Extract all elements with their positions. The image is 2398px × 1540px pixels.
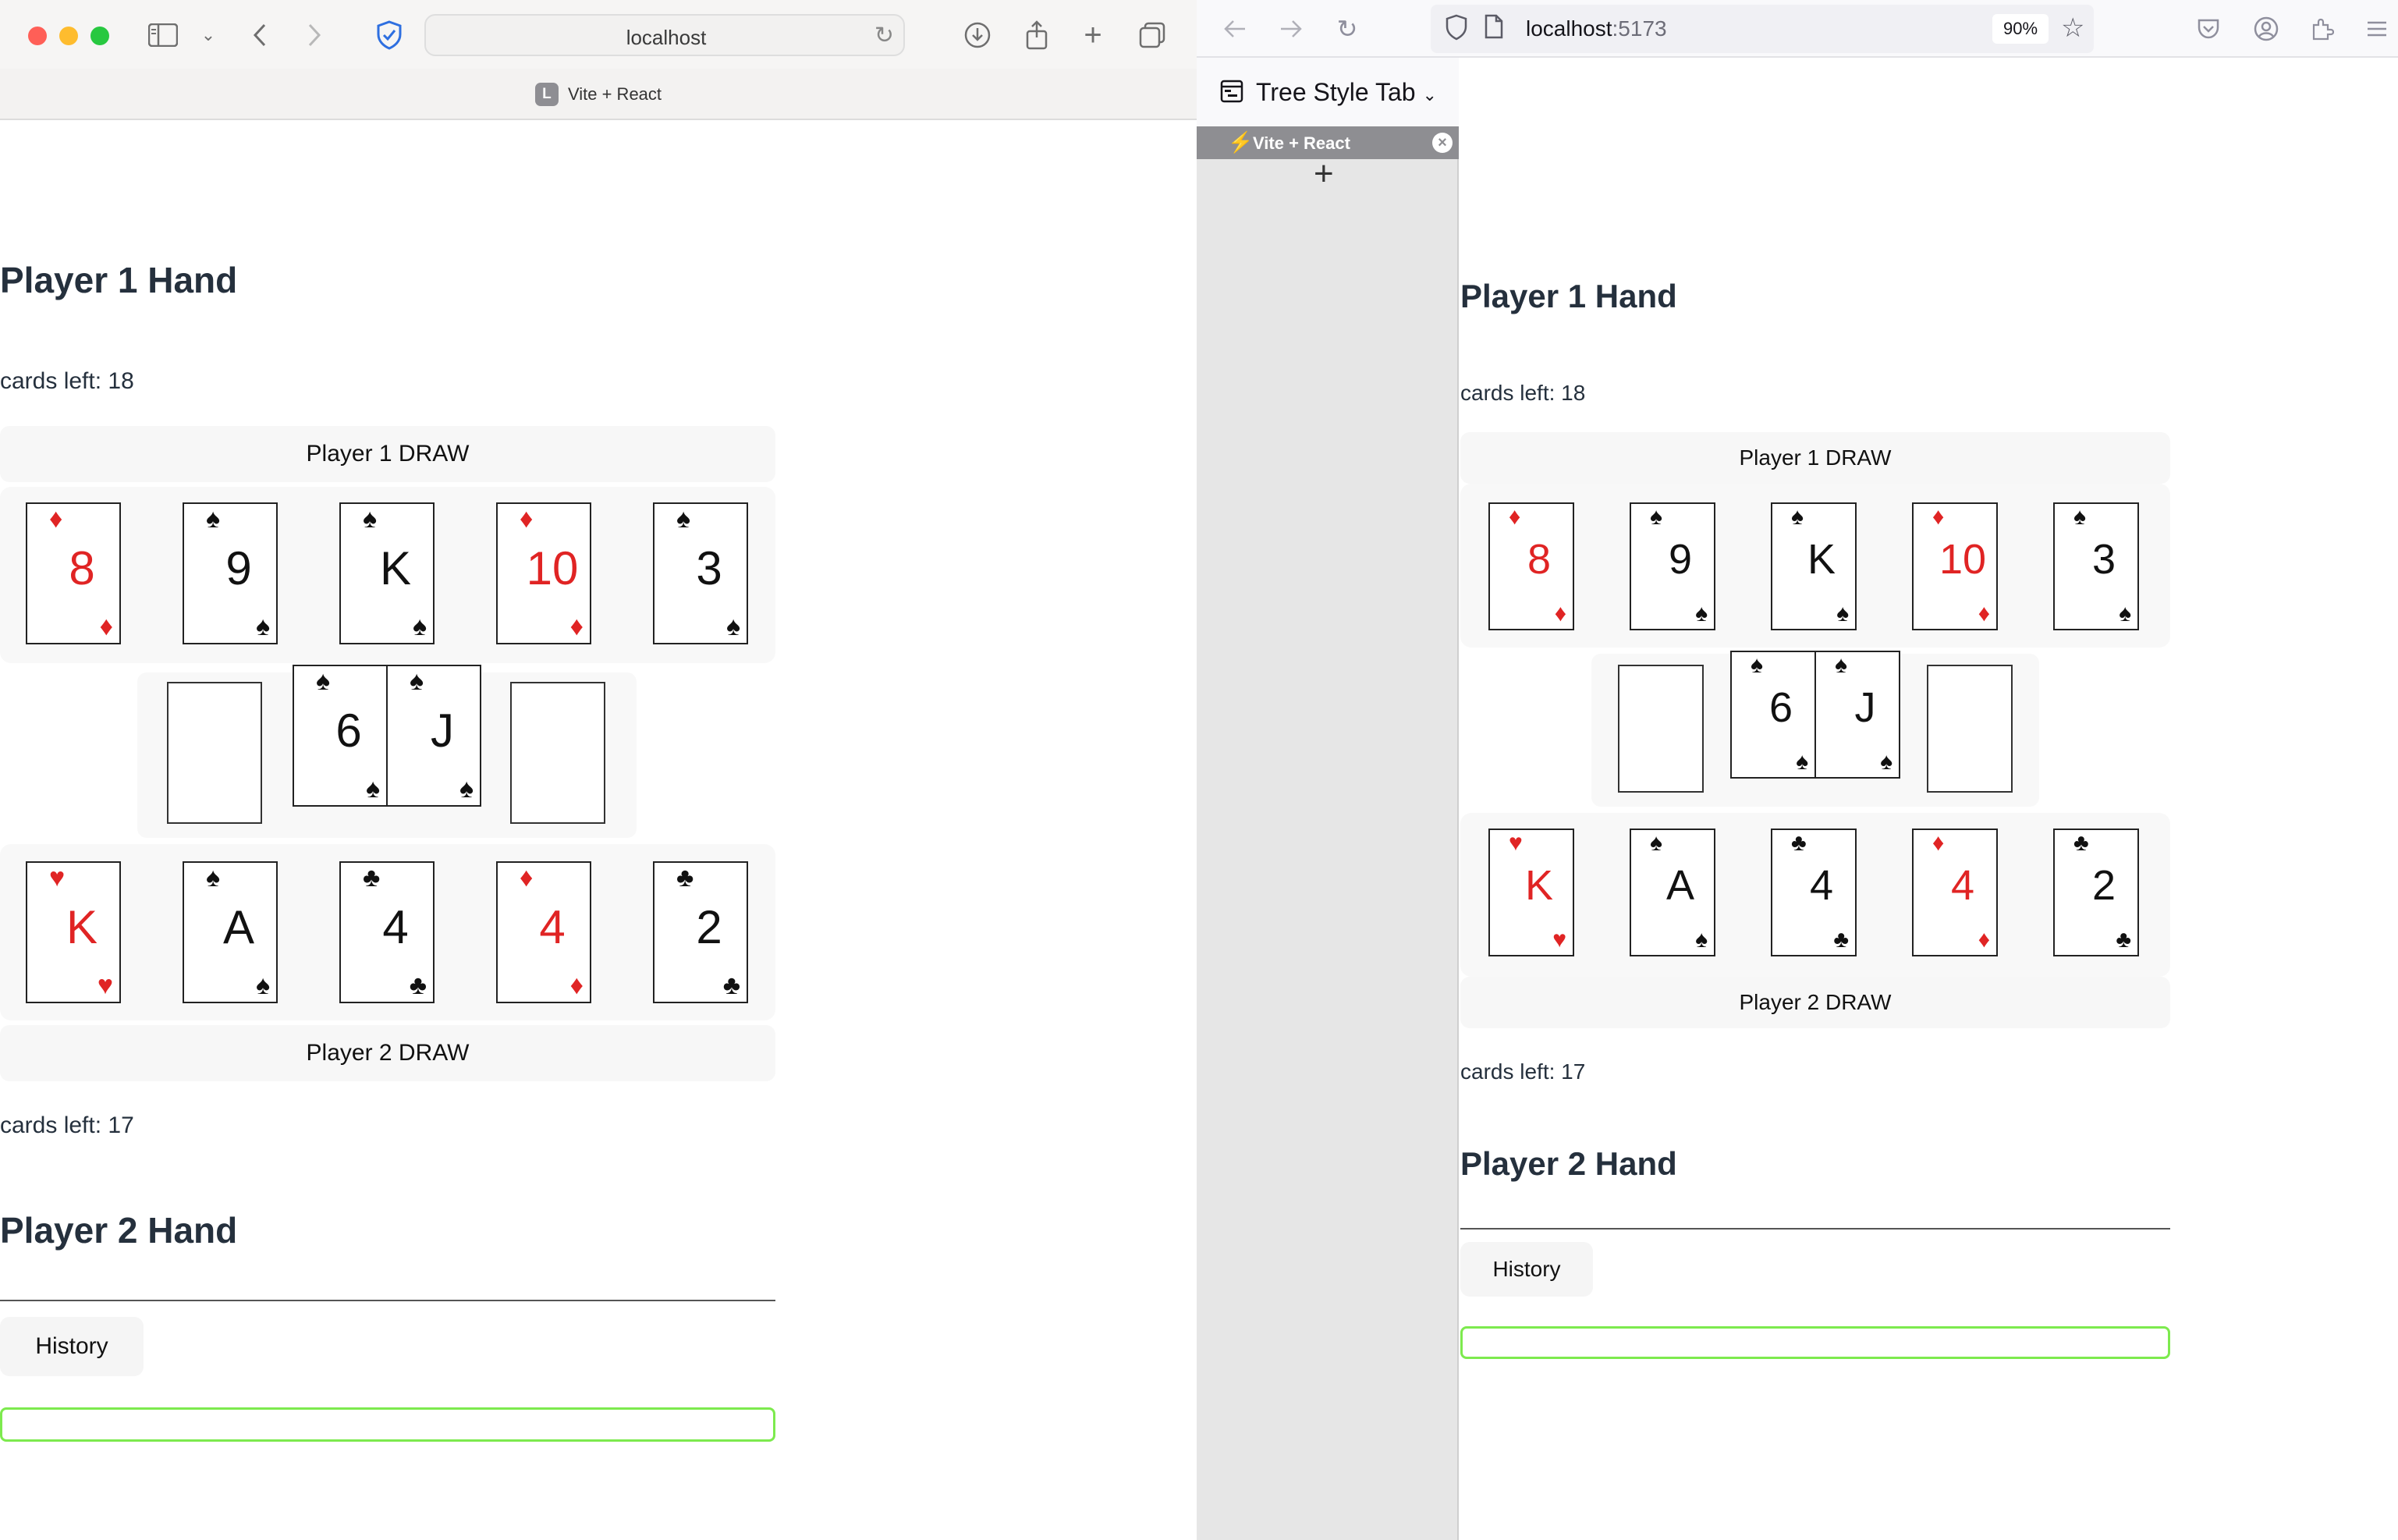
tabs-overview-icon[interactable]: [1134, 17, 1170, 53]
player2-card[interactable]: ♠ A ♠: [183, 861, 278, 1003]
player1-heading: Player 1 Hand: [1460, 278, 1677, 314]
player1-cards-left: cards left: 18: [0, 368, 134, 394]
player2-hand-row: ♥ K ♥ ♠ A ♠ ♣ 4 ♣ ♦ 4 ♦ ♣ 2 ♣: [1460, 813, 2170, 977]
address-bar-text: localhost: [626, 26, 707, 49]
tree-style-tab-sidebar: Tree Style Tab ⌄ ⚡ Vite + React × +: [1197, 58, 1459, 1540]
player2-cards-left: cards left: 17: [0, 1112, 134, 1138]
center-card[interactable]: ♠ J ♠: [1814, 651, 1900, 779]
player1-card[interactable]: ♠ 9 ♠: [1630, 502, 1715, 630]
player1-draw-button[interactable]: Player 1 DRAW: [1460, 432, 2170, 484]
game-page-safari: Player 1 Hand cards left: 18 Player 1 DR…: [0, 120, 1197, 1540]
address-bar[interactable]: localhost:5173 90% ☆: [1431, 5, 2094, 53]
player2-card[interactable]: ♣ 2 ♣: [653, 861, 748, 1003]
center-card[interactable]: ♠ J ♠: [386, 665, 481, 807]
sidebar-tab-label: Vite + React: [1253, 133, 1350, 153]
empty-card-slot[interactable]: [1618, 665, 1704, 793]
reload-icon[interactable]: ↻: [874, 22, 894, 49]
firefox-toolbar: ↻ localhost:5173 90% ☆: [1197, 0, 2398, 58]
player1-cards-left: cards left: 18: [1460, 381, 1586, 405]
tab-favicon-icon: L: [534, 83, 559, 106]
player1-card[interactable]: ♠ 3 ♠: [2053, 502, 2139, 630]
chevron-down-icon: ⌄: [1422, 85, 1437, 105]
divider: [0, 1300, 775, 1301]
chevron-down-icon[interactable]: ⌄: [190, 17, 226, 53]
address-bar[interactable]: localhost ↻: [424, 14, 905, 56]
player2-card[interactable]: ♣ 4 ♣: [1771, 829, 1857, 956]
close-tab-icon[interactable]: ×: [1432, 133, 1453, 153]
safari-tab-bar: L Vite + React: [0, 69, 1197, 120]
vite-logo-icon: ⚡: [1228, 130, 1254, 154]
player1-card[interactable]: ♠ K ♠: [339, 502, 435, 644]
player2-heading: Player 2 Hand: [0, 1210, 238, 1251]
player1-card[interactable]: ♠ 9 ♠: [183, 502, 278, 644]
extensions-icon[interactable]: [2304, 11, 2340, 47]
player2-cards-left: cards left: 17: [1460, 1059, 1586, 1084]
player2-card[interactable]: ♥ K ♥: [1488, 829, 1574, 956]
forward-button[interactable]: [296, 17, 332, 53]
download-icon[interactable]: [960, 17, 995, 53]
empty-card-slot[interactable]: [510, 682, 605, 824]
history-button[interactable]: History: [1460, 1242, 1593, 1297]
history-panel: [0, 1407, 775, 1442]
empty-card-slot[interactable]: [1927, 665, 2013, 793]
player2-card[interactable]: ♣ 2 ♣: [2053, 829, 2139, 956]
player1-heading: Player 1 Hand: [0, 260, 238, 300]
game-page-firefox: Player 1 Hand cards left: 18 Player 1 DR…: [1460, 58, 2398, 1540]
tab-title: Vite + React: [567, 84, 662, 104]
player1-card[interactable]: ♠ 3 ♠: [653, 502, 748, 644]
player2-card[interactable]: ♠ A ♠: [1630, 829, 1715, 956]
divider: [1460, 1228, 2170, 1230]
safari-toolbar: ⌄ localhost ↻ +: [0, 0, 1197, 69]
firefox-window: ↻ localhost:5173 90% ☆ Tree Style Tab ⌄ …: [1197, 0, 2398, 1540]
safari-tab[interactable]: L Vite + React: [0, 69, 1197, 120]
empty-card-slot[interactable]: [167, 682, 262, 824]
player1-card[interactable]: ♦ 8 ♦: [1488, 502, 1574, 630]
shield-icon[interactable]: [371, 17, 407, 53]
new-tab-icon[interactable]: +: [1075, 17, 1111, 53]
player1-card[interactable]: ♦ 10 ♦: [496, 502, 591, 644]
player2-card[interactable]: ♣ 4 ♣: [339, 861, 435, 1003]
player2-draw-button[interactable]: Player 2 DRAW: [1460, 977, 2170, 1028]
player1-draw-button[interactable]: Player 1 DRAW: [0, 426, 775, 482]
account-icon[interactable]: [2248, 11, 2284, 47]
minimize-window-button[interactable]: [59, 27, 78, 45]
screen: ⌄ localhost ↻ + L Vite + React Player 1 …: [0, 0, 2398, 1540]
back-button[interactable]: [1217, 11, 1253, 47]
forward-button[interactable]: [1273, 11, 1309, 47]
history-button[interactable]: History: [0, 1317, 144, 1376]
sidebar-icon[interactable]: [145, 17, 181, 53]
new-tab-button[interactable]: +: [1314, 154, 1334, 193]
address-bar-text: localhost:5173: [1526, 16, 1667, 41]
close-window-button[interactable]: [28, 27, 47, 45]
player2-draw-button[interactable]: Player 2 DRAW: [0, 1025, 775, 1081]
back-button[interactable]: [242, 17, 278, 53]
share-icon[interactable]: [1019, 17, 1055, 53]
center-card[interactable]: ♠ 6 ♠: [1730, 651, 1816, 779]
zoom-level-badge[interactable]: 90%: [1992, 14, 2049, 44]
player2-card[interactable]: ♦ 4 ♦: [496, 861, 591, 1003]
menu-icon[interactable]: [2359, 11, 2395, 47]
player1-hand-row: ♦ 8 ♦ ♠ 9 ♠ ♠ K ♠ ♦ 10 ♦ ♠ 3 ♠: [1460, 484, 2170, 648]
tracking-shield-icon[interactable]: [1445, 14, 1468, 47]
player1-card[interactable]: ♦ 10 ♦: [1912, 502, 1998, 630]
safari-window: ⌄ localhost ↻ + L Vite + React Player 1 …: [0, 0, 1197, 1540]
center-card[interactable]: ♠ 6 ♠: [293, 665, 388, 807]
sidebar-title: Tree Style Tab ⌄: [1256, 78, 1437, 106]
reload-icon[interactable]: ↻: [1329, 11, 1365, 47]
player1-card[interactable]: ♠ K ♠: [1771, 502, 1857, 630]
player1-hand-row: ♦ 8 ♦ ♠ 9 ♠ ♠ K ♠ ♦ 10 ♦ ♠ 3 ♠: [0, 487, 775, 663]
bookmark-star-icon[interactable]: ☆: [2061, 12, 2084, 44]
tree-style-tab-icon: [1220, 80, 1243, 109]
sidebar-header[interactable]: Tree Style Tab ⌄: [1197, 58, 1459, 126]
player2-heading: Player 2 Hand: [1460, 1145, 1677, 1182]
zoom-window-button[interactable]: [90, 27, 109, 45]
player1-card[interactable]: ♦ 8 ♦: [26, 502, 121, 644]
player2-card[interactable]: ♦ 4 ♦: [1912, 829, 1998, 956]
page-icon: [1484, 14, 1504, 44]
player2-hand-row: ♥ K ♥ ♠ A ♠ ♣ 4 ♣ ♦ 4 ♦ ♣ 2 ♣: [0, 844, 775, 1020]
pocket-icon[interactable]: [2190, 11, 2226, 47]
history-panel: [1460, 1326, 2170, 1359]
player2-card[interactable]: ♥ K ♥: [26, 861, 121, 1003]
